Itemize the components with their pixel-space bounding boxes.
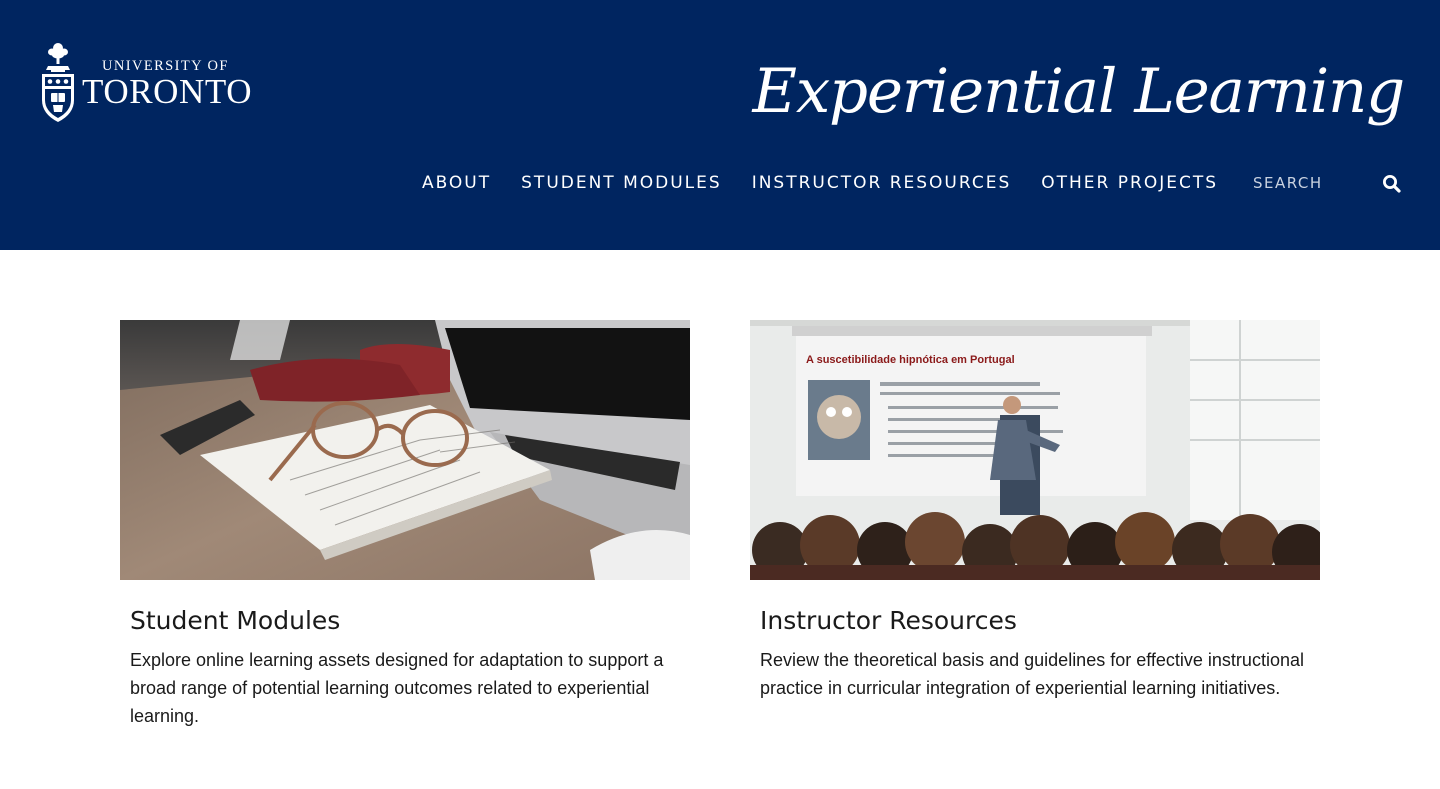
main-nav: ABOUT STUDENT MODULES INSTRUCTOR RESOURC… — [422, 170, 1218, 196]
instructor-resources-image: A suscetibilidade hipnótica em Portugal — [750, 320, 1320, 580]
logo-wordmark: UNIVERSITY OF TORONTO — [82, 58, 252, 110]
search-button[interactable] — [1382, 174, 1402, 194]
card-grid: Student Modules Explore online learning … — [120, 320, 1320, 730]
logo-line-2: TORONTO — [82, 72, 253, 111]
site-title: Experiential Learning — [752, 56, 1406, 127]
university-crest-icon — [42, 43, 74, 122]
card-title[interactable]: Instructor Resources — [760, 604, 1320, 638]
nav-item-student-modules[interactable]: STUDENT MODULES — [521, 170, 722, 196]
student-modules-image-link[interactable] — [120, 320, 690, 580]
nav-item-instructor-resources[interactable]: INSTRUCTOR RESOURCES — [752, 170, 1012, 196]
site-header: UNIVERSITY OF TORONTO Experiential Learn… — [0, 0, 1440, 250]
card-instructor-resources: A suscetibilidade hipnótica em Portugal — [750, 320, 1320, 730]
nav-item-other-projects[interactable]: OTHER PROJECTS — [1041, 170, 1218, 196]
card-description: Review the theoretical basis and guideli… — [760, 650, 1304, 698]
search-form — [1244, 164, 1408, 202]
search-icon — [1383, 175, 1401, 193]
search-input[interactable] — [1253, 174, 1365, 192]
university-logo-link[interactable]: UNIVERSITY OF TORONTO — [40, 42, 252, 124]
instructor-resources-image-link[interactable]: A suscetibilidade hipnótica em Portugal — [750, 320, 1320, 580]
nav-item-about[interactable]: ABOUT — [422, 170, 491, 196]
card-title[interactable]: Student Modules — [130, 604, 690, 638]
student-modules-image — [120, 320, 690, 580]
slide-title-text: A suscetibilidade hipnótica em Portugal — [806, 354, 1015, 366]
card-student-modules: Student Modules Explore online learning … — [120, 320, 690, 730]
card-description: Explore online learning assets designed … — [130, 650, 664, 726]
